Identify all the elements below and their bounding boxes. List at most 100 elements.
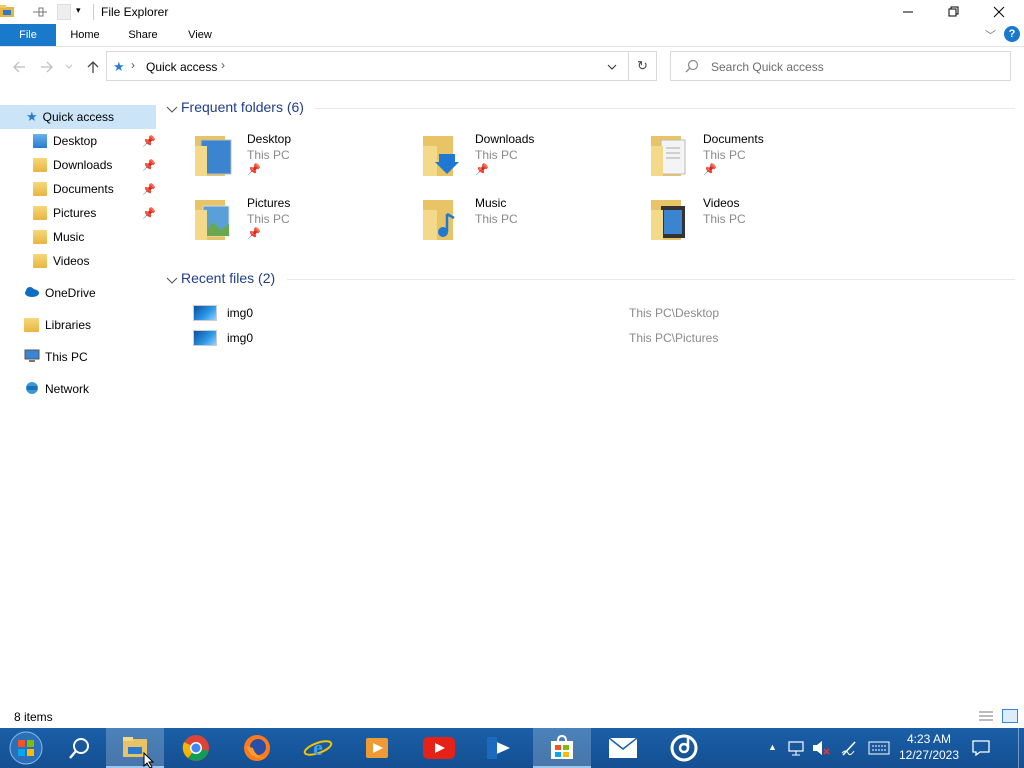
search-box[interactable]: Search Quick access xyxy=(670,51,1011,81)
minimize-button[interactable] xyxy=(885,0,931,24)
nav-item-music[interactable]: Music xyxy=(0,225,156,249)
back-button[interactable] xyxy=(8,58,30,76)
taskbar-youtube[interactable] xyxy=(411,728,467,768)
title-bar: ▾ File Explorer xyxy=(0,0,1024,24)
file-name: img0 xyxy=(227,306,254,320)
search-input[interactable]: Search Quick access xyxy=(711,60,824,74)
image-file-icon xyxy=(193,330,217,346)
recent-file-row[interactable]: img0 This PC\Desktop xyxy=(191,303,811,325)
clock-time: 4:23 AM xyxy=(906,732,952,746)
folder-tile-music[interactable]: Music This PC xyxy=(421,194,641,246)
recent-files-header[interactable]: Recent files (2) xyxy=(181,270,275,286)
nav-label: This PC xyxy=(45,350,88,364)
taskbar-mail[interactable] xyxy=(595,728,651,768)
taskbar-file-explorer[interactable] xyxy=(106,728,164,768)
touch-keyboard-icon[interactable] xyxy=(868,741,890,758)
frequent-folders-header[interactable]: Frequent folders (6) xyxy=(181,99,304,115)
up-button[interactable] xyxy=(82,58,104,76)
nav-onedrive[interactable]: OneDrive xyxy=(0,281,156,305)
folder-location: This PC xyxy=(475,148,518,162)
details-view-icon[interactable] xyxy=(978,710,994,722)
folder-location: This PC xyxy=(703,212,746,226)
breadcrumb-separator[interactable]: › xyxy=(131,58,135,72)
folder-name: Desktop xyxy=(247,132,292,146)
nav-this-pc[interactable]: This PC xyxy=(0,345,156,369)
nav-item-downloads[interactable]: Downloads 📌 xyxy=(0,153,156,177)
desktop-folder-icon xyxy=(195,136,232,176)
pin-icon[interactable]: 📌 xyxy=(142,135,156,148)
up-arrow-icon xyxy=(87,61,99,73)
chevron-down-icon[interactable] xyxy=(166,103,178,117)
music-folder-icon xyxy=(423,200,455,240)
nav-item-videos[interactable]: Videos xyxy=(0,249,156,273)
folder-name: Downloads xyxy=(475,132,535,146)
network-tray-icon[interactable] xyxy=(788,740,804,759)
tab-home[interactable]: Home xyxy=(60,24,110,46)
nav-item-pictures[interactable]: Pictures 📌 xyxy=(0,201,156,225)
store-icon xyxy=(551,734,573,759)
restore-button[interactable] xyxy=(931,0,977,24)
expand-ribbon-icon[interactable]: ﹀ xyxy=(985,27,996,43)
folder-location: This PC xyxy=(247,148,290,162)
folder-tile-videos[interactable]: Videos This PC xyxy=(649,194,869,246)
pin-icon[interactable]: 📌 xyxy=(142,207,156,220)
folder-location: This PC xyxy=(703,148,746,162)
nav-libraries[interactable]: Libraries xyxy=(0,313,156,337)
pin-icon[interactable]: 📌 xyxy=(142,183,156,196)
action-center-icon[interactable] xyxy=(972,740,990,759)
pen-workspace-icon[interactable] xyxy=(840,739,858,760)
chevron-down-icon[interactable] xyxy=(166,274,178,288)
forward-button[interactable] xyxy=(36,58,58,76)
volume-muted-icon[interactable] xyxy=(812,740,830,759)
taskbar-store[interactable] xyxy=(533,728,591,768)
breadcrumb-chevron[interactable]: › xyxy=(221,58,225,72)
folder-location: This PC xyxy=(247,212,290,226)
windows-logo-icon xyxy=(9,731,43,765)
downloads-folder-icon xyxy=(423,136,459,176)
tab-file[interactable]: File xyxy=(0,24,56,46)
taskbar-search-button[interactable] xyxy=(52,728,108,768)
show-desktop-button[interactable] xyxy=(1018,728,1024,768)
recent-file-row[interactable]: img0 This PC\Pictures xyxy=(191,328,811,350)
pin-icon[interactable]: 📌 xyxy=(142,159,156,172)
qat-properties-icon[interactable] xyxy=(32,5,48,19)
tab-share[interactable]: Share xyxy=(118,24,168,46)
qat-new-folder-icon[interactable] xyxy=(57,4,71,20)
help-icon[interactable]: ? xyxy=(1004,26,1020,42)
address-bar[interactable]: ★ › Quick access › ↻ xyxy=(106,51,657,81)
nav-quick-access[interactable]: ★ Quick access xyxy=(0,105,156,129)
svg-text:e: e xyxy=(313,735,323,760)
back-arrow-icon xyxy=(13,61,25,73)
nav-item-desktop[interactable]: Desktop 📌 xyxy=(0,129,156,153)
large-icons-view-icon[interactable] xyxy=(1002,709,1018,723)
nav-label: Pictures xyxy=(53,206,97,220)
nav-network[interactable]: Network xyxy=(0,377,156,401)
taskbar-groove[interactable] xyxy=(656,728,712,768)
folder-tile-pictures[interactable]: Pictures This PC 📌 xyxy=(193,194,413,246)
nav-label: Documents xyxy=(53,182,114,196)
folder-tile-downloads[interactable]: Downloads This PC 📌 xyxy=(421,130,641,182)
group-divider xyxy=(315,108,1015,109)
tray-chevron-up-icon[interactable]: ▲ xyxy=(768,742,777,752)
taskbar-video-app[interactable] xyxy=(472,728,528,768)
qat-customize-icon[interactable]: ▾ xyxy=(76,5,81,16)
close-button[interactable] xyxy=(976,0,1022,24)
refresh-icon[interactable]: ↻ xyxy=(637,58,648,74)
nav-label: Music xyxy=(53,230,85,244)
clock[interactable]: 4:23 AM 12/27/2023 xyxy=(896,731,962,765)
tab-view[interactable]: View xyxy=(175,24,225,46)
taskbar-internet-explorer[interactable]: e xyxy=(290,728,346,768)
address-dropdown-icon[interactable] xyxy=(607,60,617,74)
nav-item-documents[interactable]: Documents 📌 xyxy=(0,177,156,201)
nav-label: Network xyxy=(45,382,90,396)
mouse-cursor-icon xyxy=(143,752,155,768)
taskbar-chrome[interactable] xyxy=(168,728,224,768)
folder-tile-documents[interactable]: Documents This PC 📌 xyxy=(649,130,869,182)
file-explorer-app-icon[interactable] xyxy=(0,4,14,18)
breadcrumb-quick-access[interactable]: Quick access xyxy=(146,60,217,74)
taskbar-media-player[interactable] xyxy=(349,728,405,768)
recent-locations-button[interactable] xyxy=(62,58,76,76)
taskbar-firefox[interactable] xyxy=(229,728,285,768)
folder-tile-desktop[interactable]: Desktop This PC 📌 xyxy=(193,130,413,182)
start-button[interactable] xyxy=(0,728,52,768)
